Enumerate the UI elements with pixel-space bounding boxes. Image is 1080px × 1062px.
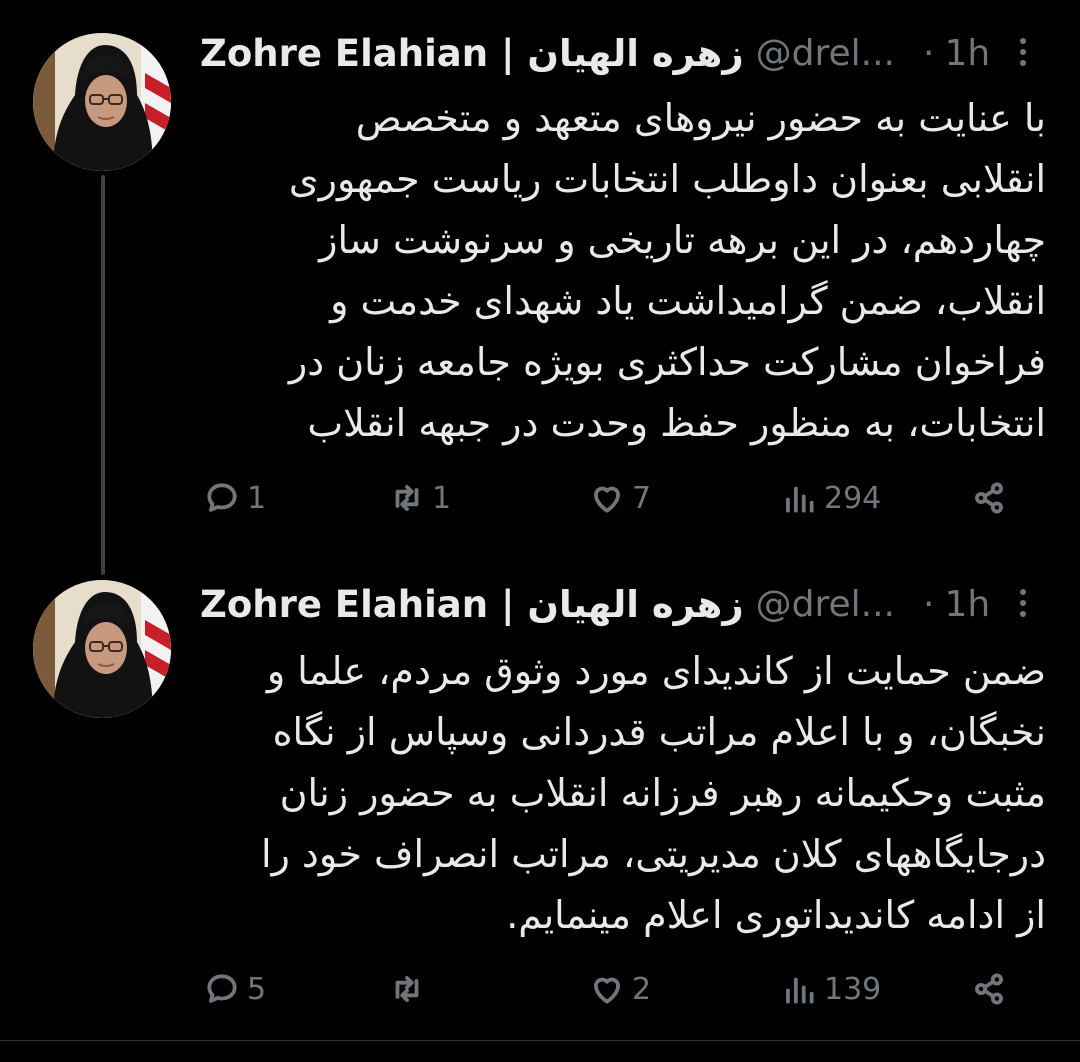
more-icon[interactable]: [1011, 33, 1035, 73]
avatar[interactable]: [33, 580, 171, 718]
tweet-text-line: فراخوان مشارکت حداکثری بویژه جامعه زنان …: [288, 340, 1046, 384]
reply-icon: [207, 483, 237, 512]
tweet-text-line: انتخابات، به منظور حفظ وحدت در جبهه انقل…: [307, 401, 1046, 445]
tweet-header: Zohre Elahian | زهره الهیان @drel... · 1…: [200, 29, 1040, 77]
views-count: 139: [824, 971, 882, 1007]
divider: [0, 1040, 1080, 1041]
tweet-text-line: ضمن حمایت از کاندیدای مورد وثوق مردم، عل…: [266, 649, 1046, 693]
tweet-text-line: انقلابی بعنوان داوطلب انتخابات ریاست جمه…: [288, 157, 1046, 201]
like-count: 2: [632, 971, 652, 1007]
author-name[interactable]: Zohre Elahian | زهره الهیان: [200, 32, 744, 75]
like-button[interactable]: 2: [588, 970, 651, 1008]
tweet-header: Zohre Elahian | زهره الهیان @drel... · 1…: [200, 580, 1040, 628]
tweet-text-line: با عنایت به حضور نیروهای متعهد و متخصص: [355, 96, 1046, 140]
retweet-button[interactable]: 1: [388, 479, 451, 517]
avatar[interactable]: [33, 33, 171, 171]
heart-icon: [594, 977, 620, 1004]
tweet-actions: 1 1 7 294: [200, 473, 1040, 523]
avatar-image: [33, 33, 171, 171]
author-name[interactable]: Zohre Elahian | زهره الهیان: [200, 583, 744, 626]
views-icon: [786, 486, 814, 513]
tweet-text-line: مثبت وحکیمانه رهبر فرزانه انقلاب به حضور…: [279, 771, 1046, 815]
reply-icon: [207, 974, 237, 1003]
share-button[interactable]: [970, 479, 1008, 517]
views-button[interactable]: 139: [780, 970, 881, 1008]
tweet-text-line: درجایگاههای کلان مدیریتی، مراتب انصراف خ…: [260, 832, 1046, 876]
views-button[interactable]: 294: [780, 479, 881, 517]
tweet-text-line: چهاردهم، در این برهه تاریخی و سرنوشت ساز: [319, 218, 1046, 262]
retweet-count: 1: [432, 480, 452, 516]
more-icon[interactable]: [1011, 584, 1035, 624]
author-handle[interactable]: @drel...: [756, 584, 895, 625]
tweet[interactable]: Zohre Elahian | زهره الهیان @drel... · 1…: [0, 552, 1080, 1042]
reply-count: 1: [247, 480, 267, 516]
share-button[interactable]: [970, 970, 1008, 1008]
separator-dot: ·: [922, 32, 935, 74]
tweet-timestamp[interactable]: 1h: [944, 584, 990, 625]
retweet-button[interactable]: [388, 970, 432, 1008]
share-icon: [975, 973, 1003, 1005]
reply-button[interactable]: 1: [203, 479, 266, 517]
retweet-icon: [395, 976, 419, 1002]
reply-button[interactable]: 5: [203, 970, 266, 1008]
tweet-actions: 5 2 139: [200, 964, 1040, 1014]
tweet[interactable]: Zohre Elahian | زهره الهیان @drel... · 1…: [0, 0, 1080, 552]
tweet-text-line: از ادامه کاندیداتوری اعلام مینمایم.: [506, 893, 1046, 937]
share-icon: [975, 482, 1003, 514]
retweet-icon: [395, 485, 419, 511]
reply-count: 5: [247, 971, 267, 1007]
tweet-text-line: نخبگان، و با اعلام مراتب قدردانی وسپاس ا…: [272, 710, 1046, 754]
author-handle[interactable]: @drel...: [756, 33, 895, 74]
views-icon: [786, 977, 814, 1004]
tweet-timestamp[interactable]: 1h: [944, 33, 990, 74]
heart-icon: [594, 486, 620, 513]
views-count: 294: [824, 480, 882, 516]
separator-dot: ·: [922, 583, 935, 625]
tweet-text-line: انقلاب، ضمن گرامیداشت یاد شهدای خدمت و: [330, 279, 1046, 323]
tweet-text: ضمن حمایت از کاندیدای مورد وثوق مردم، عل…: [200, 641, 1046, 946]
tweet-text: با عنایت به حضور نیروهای متعهد و متخصص ا…: [200, 88, 1046, 454]
avatar-image: [33, 580, 171, 718]
like-button[interactable]: 7: [588, 479, 651, 517]
like-count: 7: [632, 480, 652, 516]
